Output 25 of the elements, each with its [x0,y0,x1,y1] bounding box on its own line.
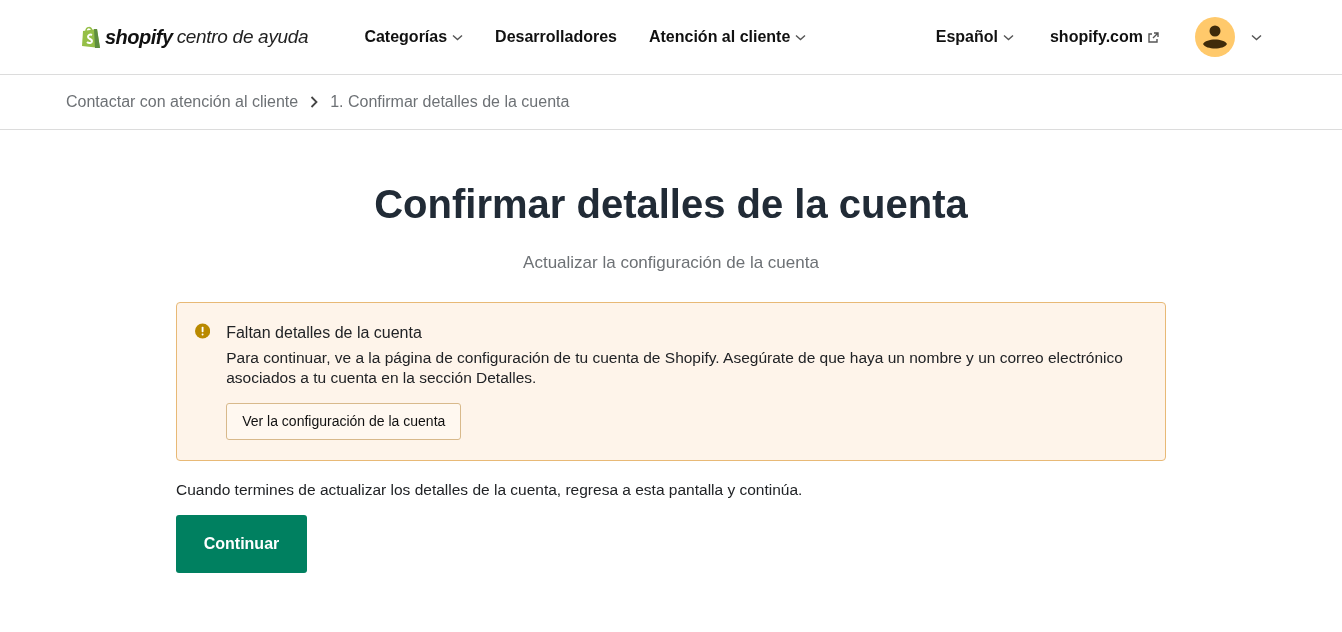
nav-link[interactable]: Desarrolladores [495,25,617,49]
breadcrumb-current: 1. Confirmar detalles de la cuenta [330,92,570,112]
instruction-text: Cuando termines de actualizar los detalles de la cuenta, regresa a esta pantalla y continúa. [176,479,804,500]
nav-link[interactable]: shopify.com [1049,25,1159,49]
page-subtitle: Actualizar la configuración de la cuenta [522,252,820,274]
banner-title: Faltan detalles de la cuenta [226,322,423,343]
caret-icon [795,33,807,41]
external-link-icon [1148,31,1159,43]
chevron-right-icon [310,96,319,108]
warning-icon [195,320,211,341]
banner-message: Para continuar, ve a la página de configuración de tu cuenta de Shopify. Asegúrate de que haya un nombre y un correo electrónico asociados a tu cuenta en la sección Detalles. [226,347,1124,388]
logo[interactable]: shopify centro de ayuda [80,22,309,52]
nav-link[interactable]: Atención al cliente [648,25,807,49]
caret-icon [452,33,464,41]
avatar-icon [1195,17,1235,57]
caret-icon [1251,33,1262,41]
view-settings-button[interactable]: Ver la configuración de la cuenta [226,402,462,440]
continue-button[interactable]: Continuar [176,514,307,573]
caret-icon [1002,33,1014,41]
nav-link[interactable]: Español [935,25,1014,49]
nav-link[interactable]: Categorías [364,25,464,49]
account-menu-button[interactable] [1195,17,1262,57]
shopping-bag-icon [80,25,101,49]
page-title: Confirmar detalles de la cuenta [373,181,969,228]
breadcrumb-link[interactable]: Contactar con atención al cliente [66,90,299,114]
